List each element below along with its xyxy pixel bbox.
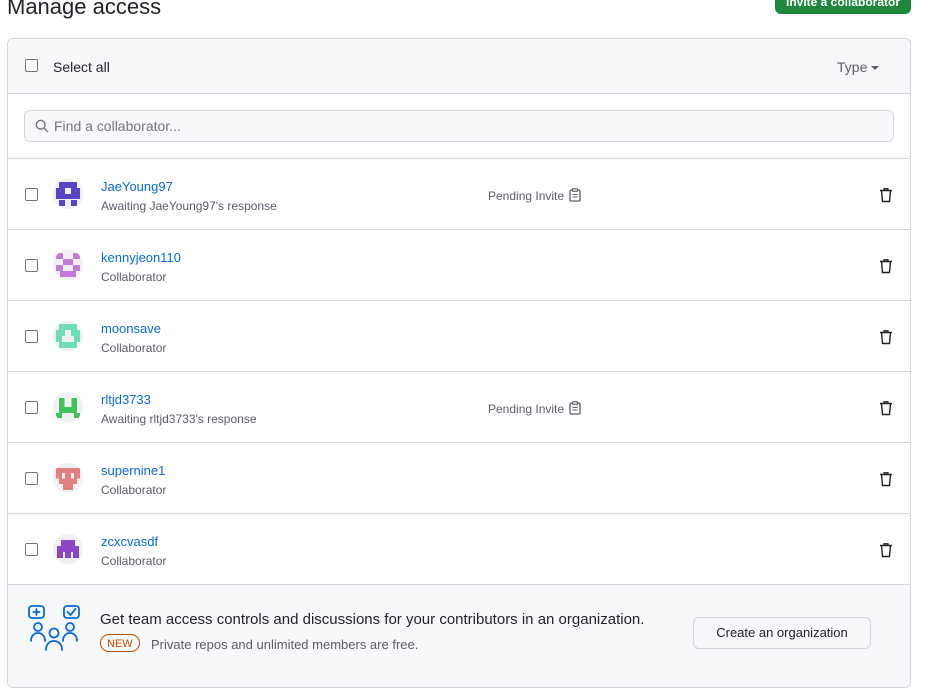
collaborator-subtitle: Collaborator — [101, 483, 167, 497]
type-filter-dropdown[interactable]: Type — [837, 59, 880, 75]
organization-promo: Get team access controls and discussions… — [8, 585, 910, 687]
collaborator-username[interactable]: supernine1 — [101, 463, 165, 478]
pending-invite-label: Pending Invite — [488, 402, 565, 416]
search-input[interactable] — [54, 117, 874, 135]
collaborator-username[interactable]: zcxcvasdf — [101, 534, 158, 549]
collaborator-username[interactable]: JaeYoung97 — [101, 179, 173, 194]
trash-icon[interactable] — [879, 187, 893, 203]
collaborator-username[interactable]: kennyjeon110 — [101, 250, 181, 265]
collaborator-subtitle: Collaborator — [101, 341, 167, 355]
select-all-checkbox[interactable] — [25, 59, 38, 72]
collaborator-subtitle: Awaiting JaeYoung97's response — [101, 199, 277, 213]
trash-icon[interactable] — [879, 400, 893, 416]
people-icon — [28, 605, 80, 651]
avatar[interactable] — [53, 179, 83, 209]
collaborator-row: moonsave Collaborator — [8, 301, 910, 372]
collaborator-username[interactable]: moonsave — [101, 321, 161, 336]
trash-icon[interactable] — [879, 329, 893, 345]
search-box — [24, 110, 894, 142]
row-checkbox[interactable] — [25, 472, 38, 485]
row-checkbox[interactable] — [25, 330, 38, 343]
type-filter-label: Type — [837, 59, 868, 75]
row-checkbox[interactable] — [25, 188, 38, 201]
trash-icon[interactable] — [879, 258, 893, 274]
avatar[interactable] — [53, 463, 83, 493]
row-checkbox[interactable] — [25, 543, 38, 556]
copy-invite-icon[interactable] — [569, 188, 581, 202]
avatar[interactable] — [53, 250, 83, 280]
copy-invite-icon[interactable] — [569, 401, 581, 415]
collaborator-row: rltjd3733 Awaiting rltjd3733's response … — [8, 372, 910, 443]
avatar[interactable] — [53, 392, 83, 422]
collaborator-subtitle: Collaborator — [101, 270, 167, 284]
pending-invite-status: Pending Invite — [488, 401, 581, 416]
pending-invite-status: Pending Invite — [488, 188, 581, 203]
list-header: Select all Type — [8, 39, 910, 94]
create-organization-button[interactable]: Create an organization — [693, 617, 871, 649]
collaborator-row: zcxcvasdf Collaborator — [8, 514, 910, 585]
promo-subtext: Private repos and unlimited members are … — [151, 637, 419, 652]
invite-collaborator-button[interactable]: Invite a collaborator — [775, 0, 911, 14]
avatar[interactable] — [53, 534, 83, 564]
collaborator-username[interactable]: rltjd3733 — [101, 392, 151, 407]
collaborator-subtitle: Awaiting rltjd3733's response — [101, 412, 257, 426]
search-area — [8, 94, 910, 159]
row-checkbox[interactable] — [25, 259, 38, 272]
collaborators-panel: Select all Type JaeYoung97 Awaiting JaeY… — [7, 38, 911, 688]
trash-icon[interactable] — [879, 542, 893, 558]
avatar[interactable] — [53, 321, 83, 351]
promo-text: Get team access controls and discussions… — [100, 611, 645, 628]
collaborator-row: kennyjeon110 Collaborator — [8, 230, 910, 301]
pending-invite-label: Pending Invite — [488, 189, 565, 203]
new-badge: NEW — [100, 634, 140, 652]
collaborator-subtitle: Collaborator — [101, 554, 167, 568]
page-title: Manage access — [7, 0, 162, 19]
caret-down-icon — [871, 66, 880, 70]
collaborator-row: JaeYoung97 Awaiting JaeYoung97's respons… — [8, 159, 910, 230]
collaborator-row: supernine1 Collaborator — [8, 443, 910, 514]
search-icon — [35, 119, 49, 133]
row-checkbox[interactable] — [25, 401, 38, 414]
trash-icon[interactable] — [879, 471, 893, 487]
select-all-label[interactable]: Select all — [53, 59, 110, 75]
